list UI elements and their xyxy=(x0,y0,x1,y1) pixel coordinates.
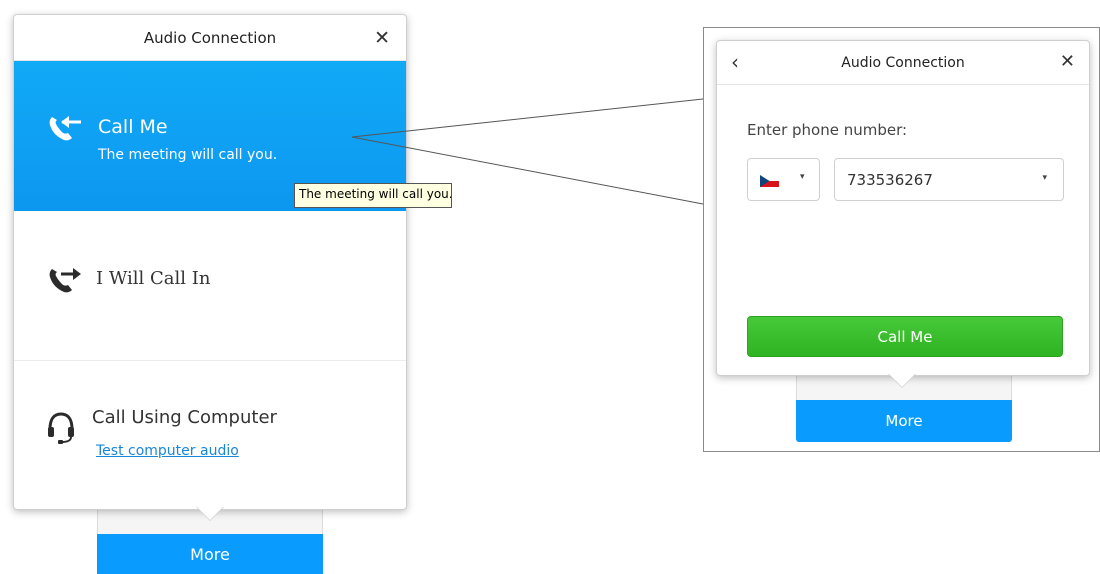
country-code-select[interactable]: ▾ xyxy=(747,158,820,201)
option-call-computer[interactable]: Call Using Computer Test computer audio xyxy=(14,361,406,509)
phone-number-select[interactable]: 733536267 ▾ xyxy=(834,158,1064,201)
option-title: Call Me xyxy=(98,116,168,138)
stage: More Audio Connection ✕ Call Me The meet… xyxy=(0,0,1100,574)
chevron-down-icon: ▾ xyxy=(1042,173,1047,183)
phone-prompt-label: Enter phone number: xyxy=(747,121,908,139)
call-me-icon xyxy=(49,116,81,141)
popup-title: Audio Connection xyxy=(143,28,277,47)
option-title: I Will Call In xyxy=(96,268,211,289)
audio-connection-popup: Audio Connection ✕ Call Me The meeting w… xyxy=(13,14,407,510)
test-computer-audio-link[interactable]: Test computer audio xyxy=(96,443,239,459)
popup-pointer-fill xyxy=(889,374,915,387)
option-call-in[interactable]: I Will Call In xyxy=(14,211,406,361)
phone-entry-popup: ‹ Audio Connection ✕ Enter phone number:… xyxy=(716,40,1090,376)
option-subtitle: The meeting will call you. xyxy=(98,147,278,163)
back-arrow-icon[interactable]: ‹ xyxy=(731,50,739,74)
phone-number-value: 733536267 xyxy=(847,171,933,189)
headset-icon xyxy=(48,412,74,444)
more-button[interactable]: More xyxy=(796,400,1012,442)
tooltip: The meeting will call you. xyxy=(294,183,452,208)
chevron-down-icon: ▾ xyxy=(800,172,805,182)
call-in-icon xyxy=(49,268,81,293)
option-title: Call Using Computer xyxy=(92,407,277,428)
close-icon[interactable]: ✕ xyxy=(1060,51,1075,72)
popup-header: ‹ Audio Connection ✕ xyxy=(717,41,1089,85)
popup-pointer-fill xyxy=(197,507,223,520)
more-button[interactable]: More xyxy=(97,534,323,574)
call-me-button[interactable]: Call Me xyxy=(747,316,1063,357)
popup-header: Audio Connection ✕ xyxy=(14,15,406,61)
popup-title: Audio Connection xyxy=(841,54,965,71)
close-icon[interactable]: ✕ xyxy=(374,27,390,49)
czech-flag-icon xyxy=(760,175,779,187)
